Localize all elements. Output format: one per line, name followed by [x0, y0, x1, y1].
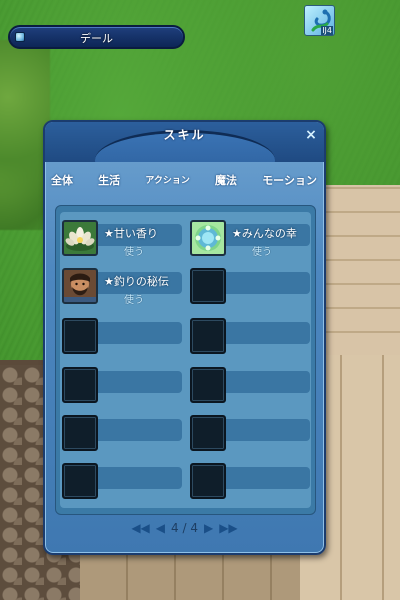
close-button[interactable]: ×: [304, 128, 318, 142]
skill-grid: ★甘い香り 使う ★みんなの幸 使う ★釣りの秘伝 使う: [55, 205, 316, 515]
slot-bar: [214, 419, 310, 441]
skill-window-title: スキル: [163, 128, 206, 142]
empty-slot-icon[interactable]: [190, 268, 226, 304]
player-name: デール: [80, 32, 113, 45]
slot-bar: [214, 272, 310, 294]
lotus-flower-icon[interactable]: [62, 220, 98, 256]
skill-tabs: 全体 生活 アクション 魔法 モーション: [51, 172, 317, 192]
bearded-man-icon[interactable]: [62, 268, 98, 304]
skill-grid-inner: ★甘い香り 使う ★みんなの幸 使う ★釣りの秘伝 使う: [60, 212, 311, 508]
tab-action[interactable]: アクション: [145, 172, 190, 192]
skill-name: ★釣りの秘伝: [104, 275, 169, 288]
use-button[interactable]: 使う: [124, 243, 144, 258]
skill-slot-empty[interactable]: [62, 463, 182, 503]
skill-window: スキル × 全体 生活 アクション 魔法 モーション ★甘い香り 使う ★みんな…: [43, 120, 326, 555]
skill-slot-empty[interactable]: [190, 318, 310, 358]
slot-bar: [214, 467, 310, 489]
status-icon[interactable]: IJ4: [304, 5, 335, 36]
skill-slot-empty[interactable]: [190, 268, 310, 308]
empty-slot-icon[interactable]: [62, 415, 98, 451]
empty-slot-icon[interactable]: [62, 318, 98, 354]
skill-name: ★甘い香り: [104, 227, 158, 240]
green-flower-icon[interactable]: [190, 220, 226, 256]
slot-bar: [214, 322, 310, 344]
right-arrow-icon[interactable]: ▶: [204, 521, 213, 535]
double-right-arrow-icon[interactable]: ▶▶: [219, 521, 237, 535]
tab-magic[interactable]: 魔法: [215, 172, 237, 192]
skill-slot[interactable]: ★みんなの幸 使う: [190, 220, 310, 260]
slot-bar: [86, 371, 182, 393]
player-name-bar[interactable]: デール: [8, 25, 185, 49]
tab-life[interactable]: 生活: [98, 172, 120, 192]
empty-slot-icon[interactable]: [190, 318, 226, 354]
slot-bar: [86, 322, 182, 344]
skill-slot-empty[interactable]: [62, 415, 182, 455]
skill-slot-empty[interactable]: [190, 463, 310, 503]
skill-slot-empty[interactable]: [190, 415, 310, 455]
use-button[interactable]: 使う: [124, 291, 144, 306]
skill-slot[interactable]: ★釣りの秘伝 使う: [62, 268, 182, 308]
slot-bar: [214, 371, 310, 393]
pagination: ◀◀ ◀ 4 / 4 ▶ ▶▶: [45, 520, 324, 536]
page-indicator: 4 / 4: [171, 521, 198, 535]
tab-motion[interactable]: モーション: [262, 172, 317, 192]
double-left-arrow-icon[interactable]: ◀◀: [131, 521, 149, 535]
tab-all[interactable]: 全体: [51, 172, 73, 192]
slot-bar: [86, 467, 182, 489]
slot-bar: [86, 419, 182, 441]
skill-slot[interactable]: ★甘い香り 使う: [62, 220, 182, 260]
use-button[interactable]: 使う: [252, 243, 272, 258]
left-arrow-icon[interactable]: ◀: [156, 521, 165, 535]
empty-slot-icon[interactable]: [190, 367, 226, 403]
skill-window-header[interactable]: スキル: [45, 122, 324, 162]
skill-slot-empty[interactable]: [62, 367, 182, 407]
empty-slot-icon[interactable]: [190, 463, 226, 499]
empty-slot-icon[interactable]: [190, 415, 226, 451]
skill-slot-empty[interactable]: [190, 367, 310, 407]
skill-name: ★みんなの幸: [232, 227, 297, 240]
empty-slot-icon[interactable]: [62, 367, 98, 403]
empty-slot-icon[interactable]: [62, 463, 98, 499]
skill-slot-empty[interactable]: [62, 318, 182, 358]
status-badge: IJ4: [321, 26, 333, 35]
